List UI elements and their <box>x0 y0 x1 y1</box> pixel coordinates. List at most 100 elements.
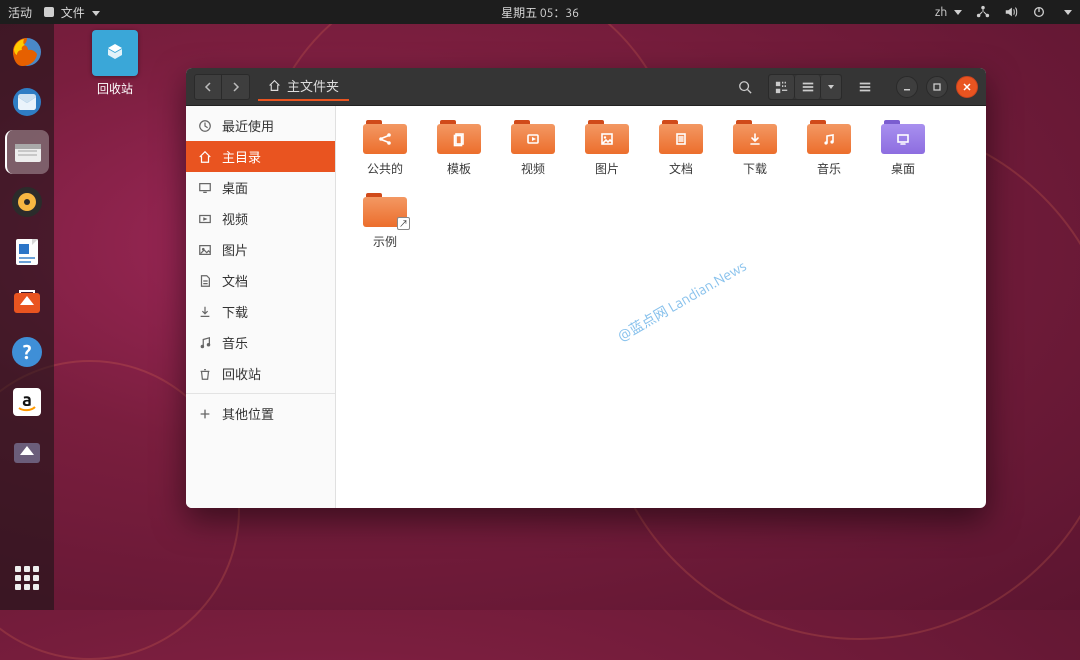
folder-icon <box>585 120 629 154</box>
close-button[interactable] <box>956 76 978 98</box>
chevron-down-icon <box>954 10 962 15</box>
sidebar-item-clock[interactable]: 最近使用 <box>186 110 335 141</box>
folder-icon <box>659 120 703 154</box>
titlebar[interactable]: 主文件夹 <box>186 68 986 106</box>
trash-icon <box>92 30 138 76</box>
sidebar-item-label: 文档 <box>222 271 248 290</box>
sidebar-item-label: 音乐 <box>222 333 248 352</box>
folder-icon <box>511 120 555 154</box>
sidebar-item-download[interactable]: 下载 <box>186 296 335 327</box>
folder-label: 视频 <box>521 160 545 177</box>
folder-icon <box>363 120 407 154</box>
dock-firefox[interactable] <box>5 30 49 74</box>
forward-button[interactable] <box>222 74 250 100</box>
folder-icon <box>881 120 925 154</box>
sidebar: 最近使用主目录桌面视频图片文档下载音乐回收站 其他位置 <box>186 106 336 508</box>
folder-generic[interactable]: ↗示例 <box>348 193 422 250</box>
files-app-icon <box>44 7 54 17</box>
content-area[interactable]: 公共的 模板 视频 图片 文档 下载 音乐 桌面 ↗示例 @蓝点网 Landian.News <box>336 106 986 508</box>
icon-view-button[interactable] <box>769 75 795 99</box>
activities-button[interactable]: 活动 <box>8 4 32 21</box>
dock-files[interactable] <box>5 130 49 174</box>
svg-text:?: ? <box>23 340 32 363</box>
minimize-button[interactable] <box>896 76 918 98</box>
chevron-down-icon <box>1064 10 1072 15</box>
volume-icon[interactable] <box>1004 5 1018 19</box>
input-source-label: zh <box>935 6 947 19</box>
input-source-indicator[interactable]: zh <box>935 6 962 19</box>
folder-label: 桌面 <box>891 160 915 177</box>
sidebar-item-video[interactable]: 视频 <box>186 203 335 234</box>
sidebar-item-label: 下载 <box>222 302 248 321</box>
hamburger-menu-button[interactable] <box>852 75 878 99</box>
folder-label: 图片 <box>595 160 619 177</box>
sidebar-item-picture[interactable]: 图片 <box>186 234 335 265</box>
back-button[interactable] <box>194 74 222 100</box>
sidebar-item-desktop[interactable]: 桌面 <box>186 172 335 203</box>
path-segment-home[interactable]: 主文件夹 <box>258 72 349 101</box>
folder-template[interactable]: 模板 <box>422 120 496 177</box>
folder-label: 模板 <box>447 160 471 177</box>
folder-label: 下载 <box>743 160 767 177</box>
folder-video[interactable]: 视频 <box>496 120 570 177</box>
sidebar-item-label: 桌面 <box>222 178 248 197</box>
chevron-down-icon <box>92 11 100 16</box>
sidebar-item-label: 视频 <box>222 209 248 228</box>
folder-icon <box>733 120 777 154</box>
path-label: 主文件夹 <box>287 76 339 95</box>
path-bar[interactable]: 主文件夹 <box>258 72 349 101</box>
app-menu-label: 文件 <box>61 7 85 20</box>
folder-share[interactable]: 公共的 <box>348 120 422 177</box>
shortcut-arrow-icon: ↗ <box>397 217 410 230</box>
folder-document[interactable]: 文档 <box>644 120 718 177</box>
sidebar-other-label: 其他位置 <box>222 404 274 423</box>
app-menu[interactable]: 文件 <box>44 4 100 21</box>
folder-music[interactable]: 音乐 <box>792 120 866 177</box>
sidebar-item-label: 最近使用 <box>222 116 274 135</box>
files-window: 主文件夹 最近使用主目录桌面视频图片文档下载音乐回收站 其他位置 <box>186 68 986 508</box>
folder-icon: ↗ <box>363 193 407 227</box>
apps-grid-icon <box>15 566 39 590</box>
folder-download[interactable]: 下载 <box>718 120 792 177</box>
svg-text:a: a <box>22 390 32 410</box>
search-button[interactable] <box>732 75 758 99</box>
clock[interactable]: 星期五 05：36 <box>501 4 579 21</box>
dock: ? a <box>0 24 54 610</box>
folder-label: 音乐 <box>817 160 841 177</box>
folder-label: 文档 <box>669 160 693 177</box>
dock-thunderbird[interactable] <box>5 80 49 124</box>
sidebar-item-trash[interactable]: 回收站 <box>186 358 335 389</box>
folder-desktop[interactable]: 桌面 <box>866 120 940 177</box>
dock-writer[interactable] <box>5 230 49 274</box>
power-icon[interactable] <box>1032 5 1046 19</box>
dock-software[interactable] <box>5 280 49 324</box>
dock-rhythmbox[interactable] <box>5 180 49 224</box>
view-options-button[interactable] <box>821 75 841 99</box>
sidebar-item-document[interactable]: 文档 <box>186 265 335 296</box>
sidebar-item-label: 回收站 <box>222 364 261 383</box>
watermark-text: @蓝点网 Landian.News <box>614 256 750 346</box>
dock-amazon[interactable]: a <box>5 380 49 424</box>
sidebar-item-home[interactable]: 主目录 <box>186 141 335 172</box>
maximize-button[interactable] <box>926 76 948 98</box>
sidebar-item-music[interactable]: 音乐 <box>186 327 335 358</box>
folder-label: 公共的 <box>367 160 403 177</box>
folder-icon <box>807 120 851 154</box>
dock-software-updater[interactable] <box>5 430 49 474</box>
sidebar-other-locations[interactable]: 其他位置 <box>186 398 335 429</box>
dock-help[interactable]: ? <box>5 330 49 374</box>
folder-icon <box>437 120 481 154</box>
top-panel: 活动 文件 星期五 05：36 zh <box>0 0 1080 24</box>
network-icon[interactable] <box>976 5 990 19</box>
sidebar-item-label: 图片 <box>222 240 248 259</box>
plus-icon <box>198 407 212 421</box>
folder-label: 示例 <box>373 233 397 250</box>
show-applications-button[interactable] <box>5 556 49 600</box>
clock-label: 星期五 05：36 <box>501 4 579 21</box>
sidebar-item-label: 主目录 <box>222 147 261 166</box>
home-icon <box>268 79 281 92</box>
list-view-button[interactable] <box>795 75 821 99</box>
desktop-trash[interactable]: 回收站 <box>80 30 150 97</box>
folder-picture[interactable]: 图片 <box>570 120 644 177</box>
desktop-trash-label: 回收站 <box>97 83 133 96</box>
